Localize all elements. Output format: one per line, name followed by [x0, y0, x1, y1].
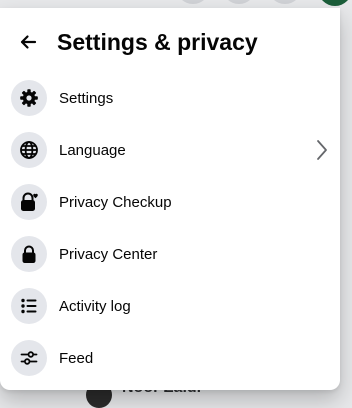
menu-item-label: Privacy Checkup: [59, 193, 172, 211]
background-avatar: [222, 0, 256, 4]
lock-icon: [22, 245, 36, 263]
sliders-icon: [20, 351, 38, 365]
panel-header: Settings & privacy: [0, 22, 340, 62]
icon-badge: [11, 132, 47, 168]
menu-item-activity-log[interactable]: Activity log: [0, 280, 340, 332]
gear-icon: [20, 89, 38, 107]
background-avatar: [268, 0, 302, 4]
back-button[interactable]: [8, 22, 48, 62]
chevron-right-icon: [308, 136, 336, 164]
background-avatar: [318, 0, 352, 6]
menu-item-label: Activity log: [59, 297, 131, 315]
menu-item-settings[interactable]: Settings: [0, 72, 340, 124]
menu-item-privacy-center[interactable]: Privacy Center: [0, 228, 340, 280]
settings-privacy-panel: Settings & privacy Settings Language Pri…: [0, 8, 340, 390]
globe-icon: [20, 141, 38, 159]
menu-item-label: Feed: [59, 349, 94, 367]
panel-title: Settings & privacy: [57, 28, 258, 55]
icon-badge: [11, 340, 47, 376]
background-footer: Noor Zaidi: [0, 379, 352, 408]
icon-badge: [11, 184, 47, 220]
menu-item-label: Language: [59, 141, 126, 159]
arrow-left-icon: [20, 35, 37, 49]
icon-badge: [11, 288, 47, 324]
list-icon: [21, 298, 37, 314]
menu-item-language[interactable]: Language: [0, 124, 340, 176]
icon-badge: [11, 236, 47, 272]
menu-item-privacy-checkup[interactable]: Privacy Checkup: [0, 176, 340, 228]
icon-badge: [11, 80, 47, 116]
menu-item-label: Settings: [59, 89, 114, 107]
settings-menu: Settings Language Privacy Checkup Privac…: [0, 72, 340, 384]
lock-heart-icon: [21, 192, 38, 211]
menu-item-label: Privacy Center: [59, 245, 158, 263]
menu-item-feed[interactable]: Feed: [0, 332, 340, 384]
background-avatar: [176, 0, 210, 4]
